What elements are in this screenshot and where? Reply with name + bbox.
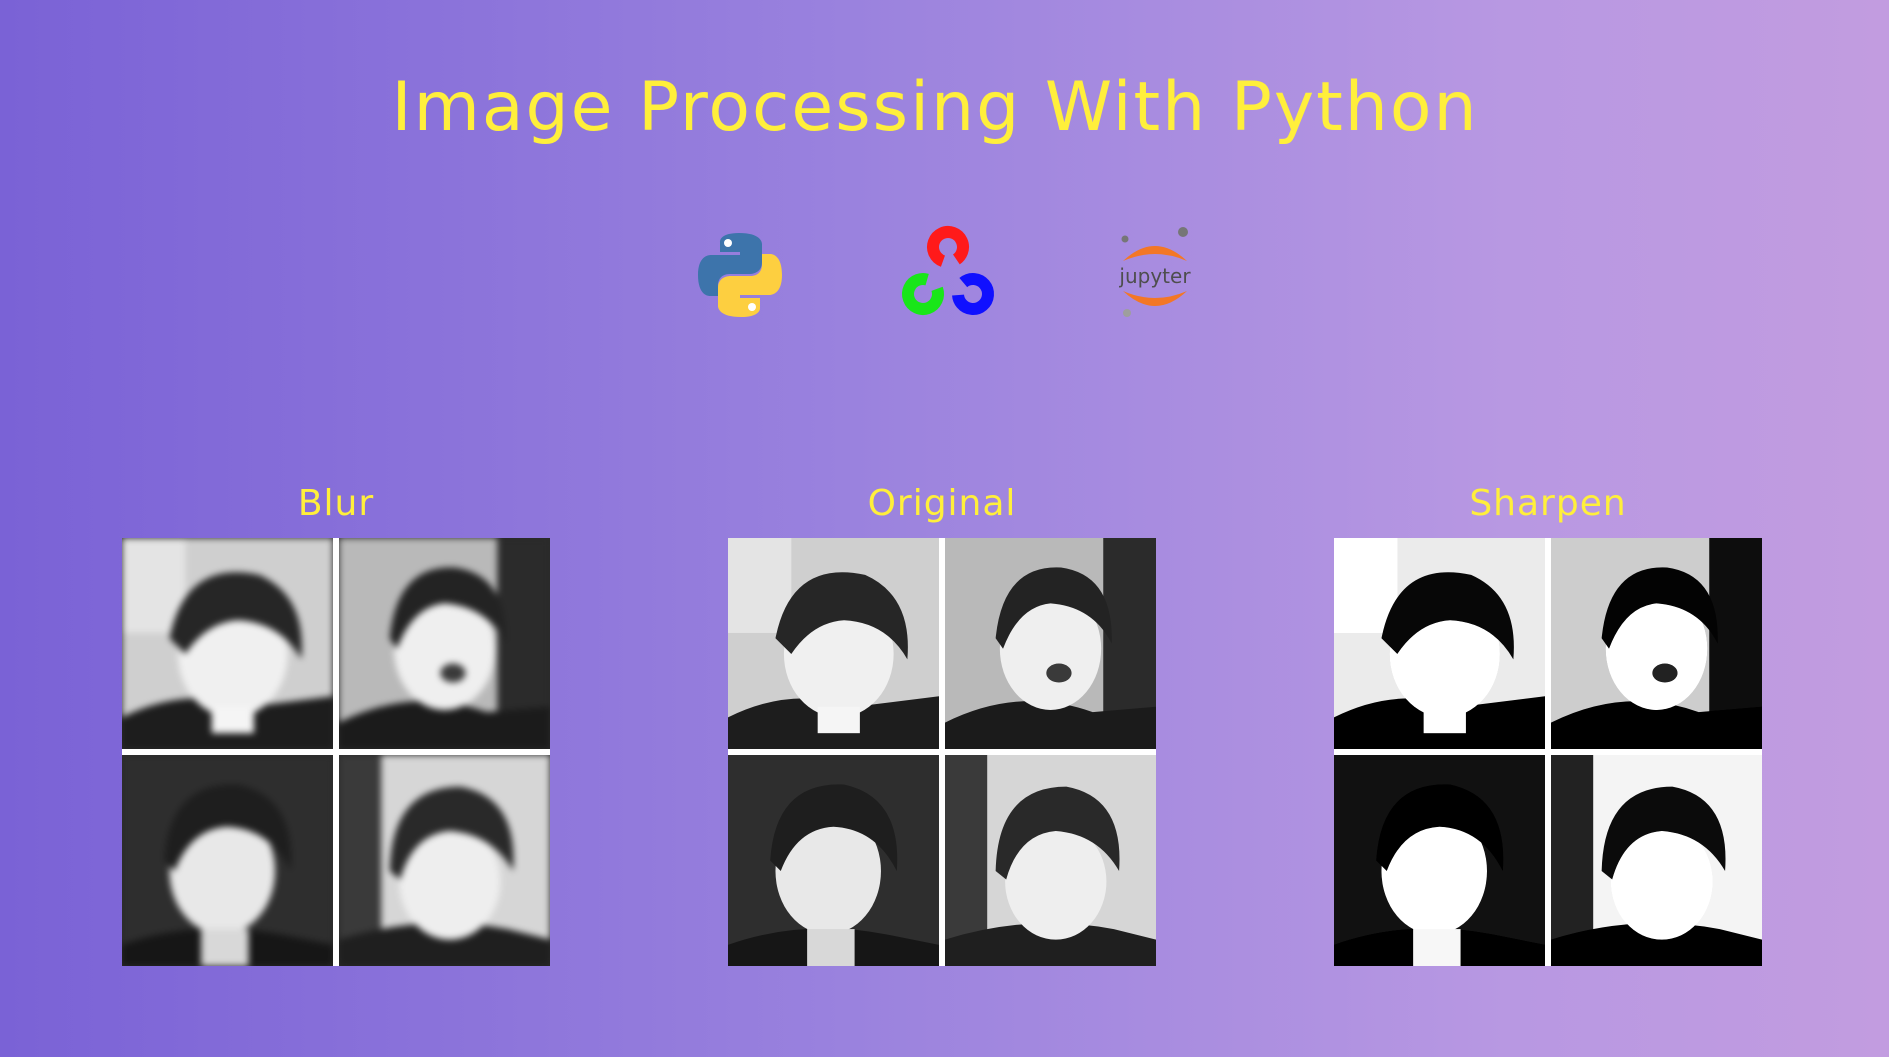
- portrait-tile: [728, 538, 939, 749]
- sharpened-photo: [1334, 538, 1762, 966]
- portrait-tile: [1551, 538, 1762, 749]
- python-logo-icon: [690, 225, 790, 325]
- page-title: Image Processing With Python: [391, 68, 1479, 147]
- sharpen-panel: Sharpen: [1334, 478, 1762, 966]
- portrait-tile: [122, 538, 333, 749]
- blurred-photo: [122, 538, 550, 966]
- portrait-tile: [945, 755, 1156, 966]
- portrait-tile: [728, 755, 939, 966]
- logo-row: jupyter: [0, 225, 1889, 325]
- portrait-tile: [1334, 538, 1545, 749]
- panel-title-original: Original: [867, 483, 1017, 524]
- blur-panel: Blur: [122, 478, 550, 966]
- portrait-tile: [1551, 755, 1762, 966]
- panel-title-sharpen: Sharpen: [1469, 483, 1627, 524]
- portrait-tile: [122, 755, 333, 966]
- portrait-tile: [339, 538, 550, 749]
- panel-title-blur: Blur: [297, 483, 375, 524]
- opencv-logo-icon: [898, 225, 998, 325]
- jupyter-logo-icon: jupyter: [1105, 225, 1205, 325]
- original-panel: Original: [728, 478, 1156, 966]
- portrait-tile: [1334, 755, 1545, 966]
- portrait-tile: [339, 755, 550, 966]
- portrait-tile: [945, 538, 1156, 749]
- original-photo: [728, 538, 1156, 966]
- jupyter-logo-text: jupyter: [1118, 264, 1191, 288]
